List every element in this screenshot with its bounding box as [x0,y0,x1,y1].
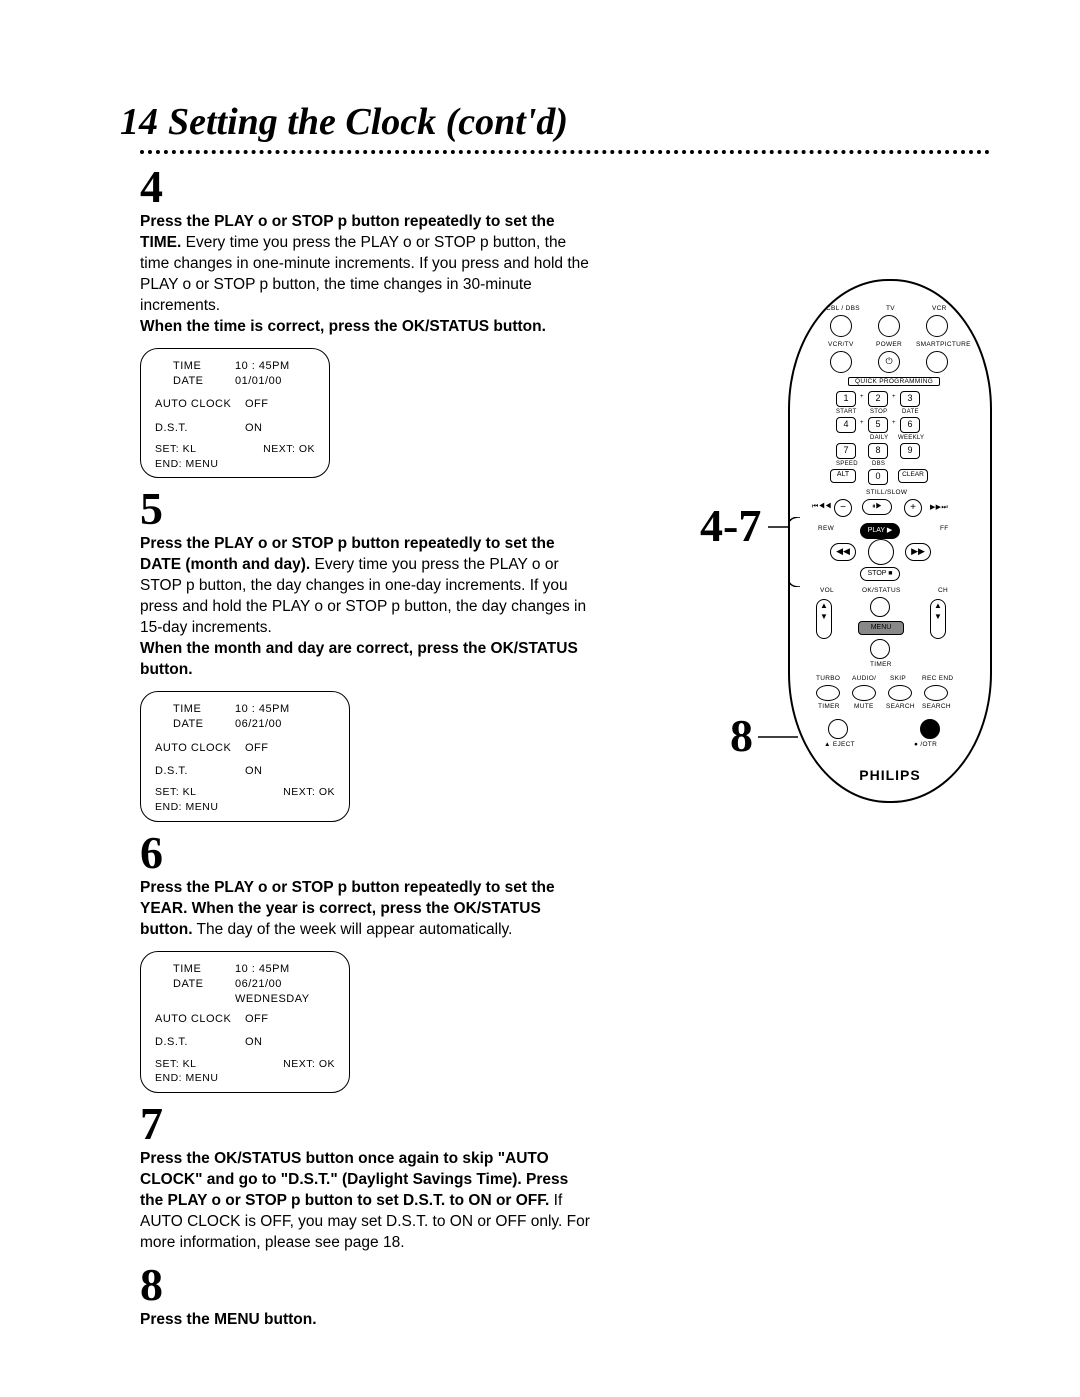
page-title: Setting the Clock (cont'd) [168,100,568,144]
remote-control-diagram: CBL / DBS TV VCR VCR/TV POWER SMARTPICTU… [788,279,988,799]
key-7: 7 [836,443,856,459]
key-1: 1 [836,391,856,407]
step-number-6: 6 [140,830,590,876]
vcr-tv-button [830,351,852,373]
ok-status-button [870,597,890,617]
skip-search-button [888,685,912,701]
key-3: 3 [900,391,920,407]
step-8-text: Press the MENU button. [140,1310,590,1331]
recend-search-button [924,685,948,701]
page-number: 14 [120,100,158,144]
power-button: ⏻ [878,351,900,373]
menu-button: MENU [858,621,904,635]
key-alt: ALT [830,469,856,483]
brand-label: PHILIPS [790,767,990,783]
callout-4-7: 4-7 [700,499,761,552]
key-8: 8 [868,443,888,459]
otr-button [920,719,940,739]
osd-screen-6: TIME10 : 45PM DATE06/21/00 WEDNESDAY AUT… [140,951,350,1093]
key-2: 2 [868,391,888,407]
step-number-5: 5 [140,486,590,532]
still-slow-button: ⏸▶ [862,499,892,515]
smartpicture-button [926,351,948,373]
play-button: PLAY ▶ [860,523,900,539]
step-number-4: 4 [140,164,590,210]
callout-8: 8 [730,709,753,762]
key-9: 9 [900,443,920,459]
osd-screen-5: TIME10 : 45PM DATE06/21/00 AUTO CLOCKOFF… [140,691,350,822]
title-divider [140,150,990,154]
plus-button: + [904,499,922,517]
osd-screen-4: TIME10 : 45PM DATE01/01/00 AUTO CLOCKOFF… [140,348,330,479]
key-clear: CLEAR [898,469,928,483]
key-5: 5 [868,417,888,433]
cbl-dbs-button [830,315,852,337]
minus-button: − [834,499,852,517]
step-7-text: Press the OK/STATUS button once again to… [140,1149,590,1254]
audio-mute-button [852,685,876,701]
step-4-text: Press the PLAY o or STOP p button repeat… [140,212,590,338]
stop-button: STOP ■ [860,567,900,581]
vcr-button [926,315,948,337]
vol-rocker: ▲▼ [816,599,832,639]
eject-button [828,719,848,739]
step-number-8: 8 [140,1262,590,1308]
key-0: 0 [868,469,888,485]
key-6: 6 [900,417,920,433]
step-6-text: Press the PLAY o or STOP p button repeat… [140,878,590,941]
tv-button [878,315,900,337]
ch-rocker: ▲▼ [930,599,946,639]
key-4: 4 [836,417,856,433]
step-5-text: Press the PLAY o or STOP p button repeat… [140,534,590,680]
rew-button: ◀◀ [830,543,856,561]
ff-button: ▶▶ [905,543,931,561]
transport-center [868,539,894,565]
turbo-timer-button [816,685,840,701]
step-number-7: 7 [140,1101,590,1147]
timer-center-button [870,639,890,659]
